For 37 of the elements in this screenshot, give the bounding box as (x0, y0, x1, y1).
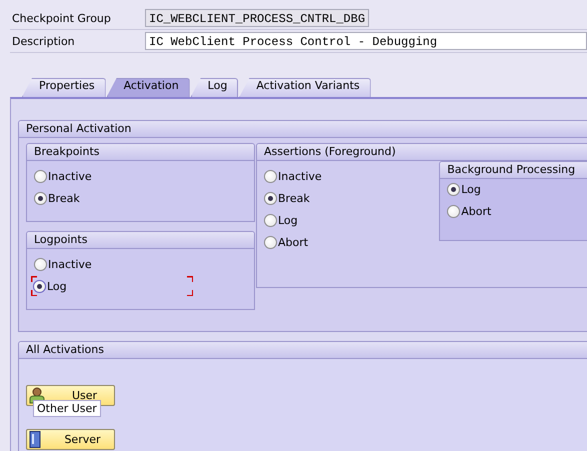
server-icon (29, 431, 41, 448)
field-label: Checkpoint Group (11, 12, 112, 24)
group-title: Assertions (Foreground) (257, 144, 587, 161)
radio-button[interactable] (264, 214, 277, 226)
radio-button[interactable] (34, 192, 47, 204)
radio-label: Log (278, 214, 298, 226)
radio-label: Inactive (48, 170, 92, 182)
field-label: Description (11, 34, 76, 48)
radio-label: Inactive (278, 170, 322, 182)
radio-label: Abort (461, 204, 492, 218)
radio-label: Break (48, 192, 80, 204)
group-title: Background Processing (440, 162, 587, 179)
group-title: Breakpoints (27, 144, 254, 161)
radio-button[interactable] (34, 258, 47, 270)
tooltip: Other User (33, 400, 101, 417)
group-title: All Activations (19, 342, 587, 359)
radio-button[interactable] (34, 170, 47, 182)
tab[interactable]: Properties (22, 78, 106, 97)
radio-label: Break (278, 192, 310, 204)
radio-button[interactable] (447, 204, 460, 218)
radio-label: Log (461, 182, 481, 196)
radio-button[interactable] (264, 170, 277, 182)
tab[interactable]: Log (190, 78, 238, 97)
input-field[interactable]: IC_WEBCLIENT_PROCESS_CNTRL_DBG (145, 9, 370, 27)
radio-button[interactable] (447, 182, 460, 196)
group-title: Logpoints (27, 232, 254, 249)
radio-label: Inactive (48, 258, 92, 270)
input-field[interactable]: IC WebClient Process Control - Debugging (145, 32, 587, 50)
tab[interactable]: Activation (106, 78, 190, 97)
server-button[interactable]: Server (26, 429, 115, 450)
radio-label: Abort (278, 236, 308, 248)
radio-button[interactable] (264, 192, 277, 204)
tab[interactable]: Activation Variants (239, 78, 371, 97)
radio-label: Log (47, 280, 67, 292)
group-title: Personal Activation (19, 121, 587, 138)
radio-button[interactable] (33, 280, 46, 292)
radio-button[interactable] (264, 236, 277, 248)
